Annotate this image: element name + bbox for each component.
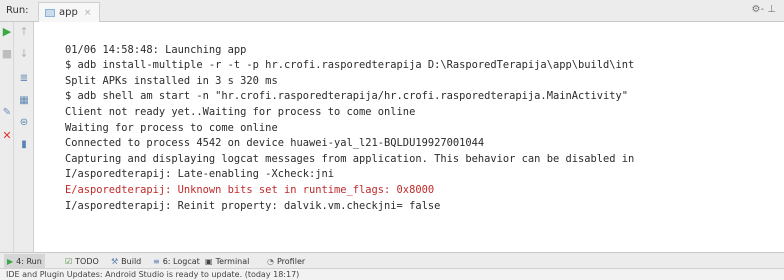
run-icon: ▶ <box>7 256 14 266</box>
console-line: Client not ready yet..Waiting for proces… <box>65 105 416 118</box>
tab-terminal-label: Terminal <box>215 256 250 266</box>
console-line: $ adb install-multiple -r -t -p hr.crofi… <box>65 59 635 72</box>
tab-close-icon[interactable]: × <box>84 8 92 18</box>
settings-icon[interactable]: ⊜ <box>17 116 31 130</box>
pin-icon[interactable]: ✎ <box>0 106 14 120</box>
gear-icon[interactable]: ⚙- ⊥ <box>752 4 776 15</box>
console-line: Waiting for process to come online <box>65 121 278 134</box>
tab-app-label: app <box>59 7 78 18</box>
close-icon[interactable]: ✕ <box>0 128 14 142</box>
tab-build-label: Build <box>121 256 142 266</box>
tab-profiler[interactable]: ◔ Profiler <box>264 254 308 268</box>
soft-wrap-icon[interactable]: ≣ <box>17 72 31 86</box>
tool-window-bar: ▶ 4: Run ☑ TODO ⚒ Build ≡ 6: Logcat ▣ Te… <box>0 252 784 268</box>
console-line: 01/06 14:58:48: Launching app <box>65 43 247 56</box>
console-actions-toolbar: ↑ ↓ ≣ ▦ ⊜ ▮ <box>14 22 34 252</box>
build-icon: ⚒ <box>111 256 119 266</box>
up-arrow-icon[interactable]: ↑ <box>17 24 31 38</box>
print-icon[interactable]: ▦ <box>17 94 31 108</box>
console-output[interactable]: 01/06 14:58:48: Launching app $ adb inst… <box>35 22 784 252</box>
tab-todo[interactable]: ☑ TODO <box>62 254 102 268</box>
console-line: Split APKs installed in 3 s 320 ms <box>65 74 278 87</box>
down-arrow-icon[interactable]: ↓ <box>17 46 31 60</box>
tab-profiler-label: Profiler <box>276 256 306 266</box>
tab-run-label: 4: Run <box>16 256 42 266</box>
tab-build[interactable]: ⚒ Build <box>108 254 144 268</box>
tab-terminal[interactable]: ▣ Terminal <box>202 254 252 268</box>
tab-logcat-label: 6: Logcat <box>162 256 200 266</box>
status-bar: IDE and Plugin Updates: Android Studio i… <box>0 268 784 280</box>
tab-logcat[interactable]: ≡ 6: Logcat <box>150 254 203 268</box>
logcat-icon: ≡ <box>153 256 160 266</box>
status-text[interactable]: IDE and Plugin Updates: Android Studio i… <box>6 270 299 279</box>
terminal-icon: ▣ <box>205 256 213 266</box>
profiler-icon: ◔ <box>267 256 274 266</box>
console-line: $ adb shell am start -n "hr.crofi.raspor… <box>65 90 629 103</box>
run-icon[interactable]: ▶ <box>0 24 14 38</box>
console-line-error: E/asporedterapij: Unknown bits set in ru… <box>65 183 435 196</box>
console-line: Connected to process 4542 on device huaw… <box>65 137 485 150</box>
trash-icon[interactable]: ▮ <box>17 138 31 152</box>
run-tool-window-header: Run: app × ⚙- ⊥ <box>0 0 784 22</box>
console-line: I/asporedterapij: Reinit property: dalvi… <box>65 199 441 212</box>
tab-todo-label: TODO <box>75 256 99 266</box>
tab-run[interactable]: ▶ 4: Run <box>4 254 45 268</box>
console-line: Capturing and displaying logcat messages… <box>65 152 635 165</box>
run-label: Run: <box>6 5 29 16</box>
run-actions-toolbar: ▶ ■ ✎ ✕ <box>0 22 14 252</box>
todo-icon: ☑ <box>65 256 73 266</box>
app-config-icon <box>45 8 55 17</box>
console-line: I/asporedterapij: Late-enabling -Xcheck:… <box>65 168 334 181</box>
stop-icon[interactable]: ■ <box>0 46 14 60</box>
tab-app[interactable]: app × <box>38 2 101 22</box>
